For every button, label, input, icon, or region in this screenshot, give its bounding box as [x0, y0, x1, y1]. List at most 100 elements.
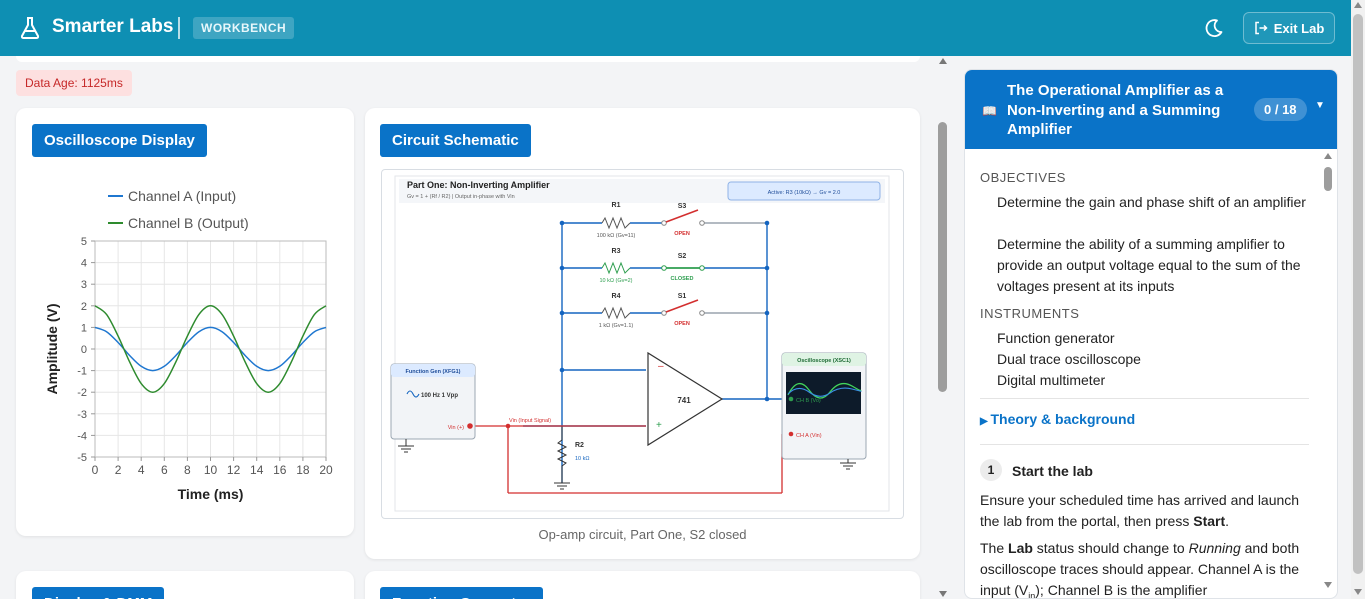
fgen-card-title: Function Generator — [380, 587, 544, 599]
x-tick-label: 10 — [204, 463, 218, 477]
legend-label: Channel A (Input) — [128, 188, 236, 204]
lab-header[interactable]: 📖 The Operational Amplifier as a Non-Inv… — [965, 70, 1337, 149]
fgen-setting: 100 Hz 1 Vpp — [421, 393, 458, 399]
dmm-card-title: Display & DMM — [32, 587, 165, 599]
exit-lab-label: Exit Lab — [1273, 20, 1325, 36]
y-tick-label: 0 — [81, 344, 87, 356]
oscilloscope-chart: 0 2 4 6 8 10 12 14 16 18 20543210-1-2-3-4-5Time (m… — [44, 188, 333, 502]
scroll-up-arrow[interactable] — [1324, 153, 1332, 159]
schematic-frame: Part One: Non-Inverting Amplifier Gv = 1… — [381, 169, 904, 519]
s2-state: CLOSED — [671, 276, 694, 282]
scroll-down-arrow[interactable] — [939, 591, 947, 597]
oscilloscope-title: Oscilloscope Display — [32, 124, 207, 157]
scroll-up-arrow[interactable] — [1354, 2, 1362, 8]
top-bar: Smarter Labs WORKBENCH Exit Lab — [0, 0, 1365, 56]
progress-badge: 0 / 18 — [1254, 98, 1307, 121]
x-tick-label: 16 — [273, 463, 287, 477]
start-keyword: Start — [1193, 513, 1226, 529]
scroll-down-arrow[interactable] — [1324, 582, 1332, 588]
scroll-thumb[interactable] — [938, 122, 947, 392]
caret-right-icon: ▶ — [980, 416, 991, 427]
moon-icon[interactable] — [1204, 18, 1224, 38]
circuit-diagram: Part One: Non-Inverting Amplifier Gv = 1… — [390, 175, 890, 512]
y-tick-label: -2 — [77, 387, 87, 399]
diagram-border — [394, 175, 890, 512]
schematic-title: Circuit Schematic — [380, 124, 531, 157]
objective-item: Determine the gain and phase shift of an… — [997, 194, 1306, 210]
y-tick-label: 2 — [81, 301, 87, 313]
s3-label: S3 — [678, 203, 687, 210]
y-tick-label: 4 — [81, 258, 87, 270]
scope-ch-a: CH A (Vin) — [796, 433, 822, 439]
lab-body: OBJECTIVES Determine the gain and phase … — [965, 149, 1337, 598]
y-axis-label: Amplitude (V) — [44, 304, 60, 395]
objective-item: Determine the ability of a summing ampli… — [997, 236, 1301, 294]
x-tick-label: 14 — [250, 463, 264, 477]
s2-label: S2 — [678, 253, 687, 260]
lab-title: The Operational Amplifier as a Non-Inver… — [1007, 82, 1224, 138]
scope-ch-b: CH B (Vo) — [796, 398, 821, 404]
divider — [980, 444, 1309, 445]
r2-label: R2 — [575, 442, 584, 449]
vin-label: Vin (Input Signal) — [509, 418, 551, 424]
scroll-down-arrow[interactable] — [1354, 589, 1362, 595]
step-paragraph: Ensure your scheduled time has arrived a… — [980, 492, 1300, 529]
step-paragraph: The Lab status should change to Running … — [980, 538, 1315, 598]
s1-label: S1 — [678, 293, 687, 300]
scroll-thumb[interactable] — [1324, 167, 1332, 191]
schematic-caption: Op-amp circuit, Part One, S2 closed — [538, 527, 747, 542]
fgen-output-terminal[interactable] — [467, 423, 473, 429]
instrument-item: Function generator — [997, 330, 1115, 346]
instrument-item: Dual trace oscilloscope — [997, 351, 1141, 367]
exit-icon — [1254, 21, 1268, 35]
x-tick-label: 6 — [161, 463, 168, 477]
content-scrollbar[interactable] — [936, 56, 950, 599]
x-tick-label: 0 — [92, 463, 99, 477]
lab-keyword: Lab — [1008, 540, 1033, 556]
exit-lab-button[interactable]: Exit Lab — [1243, 12, 1335, 44]
diagram-title: Part One: Non-Inverting Amplifier — [407, 180, 550, 190]
function-generator-card: Function Generator — [365, 571, 920, 599]
x-tick-label: 8 — [184, 463, 191, 477]
panel-scrollbar[interactable] — [1322, 150, 1334, 596]
x-tick-label: 18 — [296, 463, 310, 477]
lab-instructions-panel: 📖 The Operational Amplifier as a Non-Inv… — [964, 69, 1338, 599]
y-tick-label: 1 — [81, 322, 87, 334]
scroll-thumb[interactable] — [1353, 14, 1363, 574]
x-axis-label: Time (ms) — [178, 486, 244, 502]
r3-label: R3 — [612, 248, 621, 255]
page-scrollbar[interactable] — [1351, 0, 1365, 599]
chevron-down-icon[interactable]: ▼ — [1315, 100, 1325, 111]
legend-label: Channel B (Output) — [128, 215, 249, 231]
s3-state: OPEN — [674, 231, 690, 237]
opamp-label: 741 — [677, 396, 691, 405]
step-text: status should change to — [1032, 540, 1189, 556]
running-keyword: Running — [1188, 540, 1241, 556]
x-tick-label: 20 — [319, 463, 333, 477]
oscilloscope-card: Oscilloscope Display 0 2 4 6 8 10 12 14 16 18 20 5 4… — [16, 108, 354, 536]
x-tick-label: 4 — [138, 463, 145, 477]
r2-value: 10 kΩ — [575, 456, 590, 462]
y-tick-label: -4 — [77, 430, 87, 442]
x-tick-label: 12 — [227, 463, 241, 477]
divider — [980, 398, 1309, 399]
app-title: Smarter Labs — [52, 16, 174, 37]
scroll-up-arrow[interactable] — [939, 58, 947, 64]
theory-toggle[interactable]: ▶ Theory & background — [980, 411, 1135, 427]
r3-value: 10 kΩ (Gv=2) — [600, 278, 633, 284]
workbench-badge: WORKBENCH — [193, 17, 295, 39]
flask-icon — [20, 17, 40, 39]
book-icon: 📖 — [982, 104, 997, 118]
opamp-minus: – — [658, 361, 664, 372]
r1-value: 100 kΩ (Gv=11) — [597, 233, 636, 239]
instruments-heading: INSTRUMENTS — [980, 306, 1080, 321]
divider — [178, 17, 180, 39]
scope-title: Oscilloscope (XSC1) — [797, 358, 851, 364]
diagram-subtitle: Gv = 1 + (Rf / R2) | Output in-phase wit… — [407, 194, 515, 200]
r4-label: R4 — [612, 293, 621, 300]
y-tick-label: -5 — [77, 452, 87, 464]
r1-label: R1 — [612, 202, 621, 209]
s1-state: OPEN — [674, 321, 690, 327]
scope-screen — [786, 372, 861, 414]
objectives-heading: OBJECTIVES — [980, 170, 1066, 185]
